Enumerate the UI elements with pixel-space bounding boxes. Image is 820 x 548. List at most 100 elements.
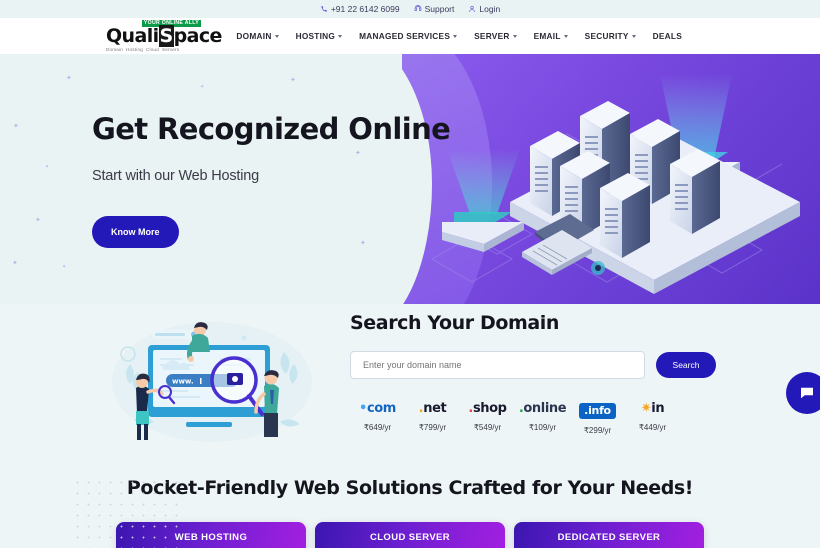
page-root: +91 22 6142 6099 Support Login YOUR ONLI…: [0, 0, 820, 548]
user-icon: [469, 5, 476, 13]
light-beam-left: [447, 149, 520, 214]
tld-name-shop: shop: [472, 401, 507, 416]
tab-label-cloud-server: CLOUD SERVER: [315, 522, 505, 548]
login-label: Login: [479, 4, 501, 14]
know-more-button[interactable]: Know More: [92, 216, 179, 248]
tld-name-in: in: [651, 401, 665, 416]
login-link[interactable]: Login: [468, 4, 500, 14]
logo-part-pace: pace: [173, 25, 223, 47]
nav-item-domain[interactable]: DOMAIN: [236, 31, 279, 41]
nav-label-security: SECURITY: [584, 31, 629, 41]
tld-item-shop[interactable]: .shop ₹549/yr: [460, 401, 515, 435]
logo-part-quali: Quali: [106, 25, 159, 47]
nav-label-domain: DOMAIN: [236, 31, 272, 41]
nav-item-security[interactable]: SECURITY: [585, 31, 636, 41]
server-isometric-art: [430, 74, 800, 294]
nav-label-managed-services: MANAGED SERVICES: [359, 31, 451, 41]
tld-name-com: com: [366, 401, 396, 416]
chevron-down-icon: [338, 35, 343, 38]
hero-illustration: [402, 54, 820, 304]
chevron-down-icon: [631, 35, 636, 38]
sparkle-decoration: ✦: [66, 75, 72, 82]
domain-search-form: Search: [350, 351, 750, 379]
tld-name-online: online: [523, 401, 567, 416]
tld-logo-in: ✷in: [640, 401, 665, 416]
logo-part-s: S: [158, 25, 174, 47]
chevron-down-icon: [563, 35, 568, 38]
sparkle-decoration: ✦: [12, 260, 18, 267]
tld-item-in[interactable]: ✷in ₹449/yr: [625, 401, 680, 435]
phone-link[interactable]: +91 22 6142 6099: [320, 4, 400, 14]
site-logo[interactable]: YOUR ONLINE ALLY QualiSpace Domain Hosti…: [106, 20, 222, 52]
svg-text:www.: www.: [172, 378, 194, 386]
site-header: YOUR ONLINE ALLY QualiSpace Domain Hosti…: [0, 18, 820, 54]
sparkle-decoration: ✦: [62, 264, 67, 270]
logo-sub-cloud: Cloud: [146, 47, 160, 52]
chevron-down-icon: [274, 35, 279, 38]
tab-label-dedicated-server: DEDICATED SERVER: [514, 522, 704, 548]
logo-sub-hosting: Hosting: [126, 47, 144, 52]
support-link[interactable]: Support: [414, 4, 455, 14]
sparkle-decoration: ✦: [13, 123, 19, 130]
chevron-down-icon: [453, 35, 458, 38]
phone-icon: [321, 6, 327, 12]
chevron-down-icon: [512, 35, 517, 38]
tld-logo-net: .net: [418, 401, 447, 416]
tld-item-com[interactable]: •com ₹649/yr: [350, 401, 405, 435]
logo-sub-servers: Servers: [162, 47, 180, 52]
nav-item-managed-services[interactable]: MANAGED SERVICES: [359, 31, 458, 41]
dot-pattern-decoration: [72, 477, 182, 548]
nav-label-server: SERVER: [474, 31, 510, 41]
hero-subheadline: Start with our Web Hosting: [92, 168, 259, 184]
domain-search-title: Search Your Domain: [350, 312, 560, 334]
tld-logo-com: •com: [359, 401, 396, 416]
nav-item-server[interactable]: SERVER: [474, 31, 517, 41]
tld-price-shop: ₹549/yr: [473, 423, 502, 432]
logo-wordmark: QualiSpace: [106, 25, 222, 47]
tld-price-online: ₹109/yr: [528, 423, 557, 432]
tld-logo-info: .info: [570, 401, 625, 419]
chat-bubble-icon: [801, 387, 813, 399]
tld-price-net: ₹799/yr: [418, 423, 447, 432]
sparkle-decoration: ✦: [45, 164, 50, 170]
domain-search-input[interactable]: [350, 351, 645, 379]
tld-item-online[interactable]: .online ₹109/yr: [515, 401, 570, 435]
nav-label-deals: DEALS: [652, 31, 682, 41]
nav-label-email: EMAIL: [533, 31, 561, 41]
sparkle-decoration: ✦: [290, 77, 296, 84]
tld-logo-online: .online: [518, 401, 567, 416]
domain-search-button[interactable]: Search: [656, 352, 716, 378]
logo-subtitle: Domain Hosting Cloud Servers: [106, 47, 202, 52]
tab-dedicated-server[interactable]: DEDICATED SERVER: [514, 522, 704, 548]
tld-price-com: ₹649/yr: [363, 423, 392, 432]
sparkle-decoration: ✦: [200, 84, 205, 90]
nav-item-deals[interactable]: DEALS: [653, 31, 682, 41]
tld-price-in: ₹449/yr: [638, 423, 667, 432]
main-navigation: DOMAIN HOSTING MANAGED SERVICES SERVER E…: [236, 31, 682, 41]
nav-label-hosting: HOSTING: [295, 31, 336, 41]
tab-cloud-server[interactable]: CLOUD SERVER: [315, 522, 505, 548]
nav-item-email[interactable]: EMAIL: [534, 31, 568, 41]
support-label: Support: [424, 4, 455, 14]
tld-name-info: info: [588, 404, 611, 417]
tld-item-info[interactable]: .info ₹299/yr: [570, 401, 625, 435]
hero-section: ✦ ✦ ✦ ✦ ✦ ✦ ✦ ✦ ✦ ✦ Get Recognized Onlin…: [0, 54, 820, 304]
chat-widget-button[interactable]: [786, 372, 820, 414]
domain-search-illustration: www.: [112, 312, 317, 442]
tld-name-net: net: [423, 401, 447, 416]
tld-item-net[interactable]: .net ₹799/yr: [405, 401, 460, 435]
headset-icon: [414, 5, 421, 11]
domain-search-panel: Search Your Domain Search •com ₹649/yr .…: [350, 312, 750, 435]
nav-item-hosting[interactable]: HOSTING: [296, 31, 343, 41]
hero-text-block: Get Recognized Online Start with our Web…: [92, 112, 451, 248]
sparkle-decoration: ✦: [35, 217, 41, 224]
tld-logo-shop: .shop: [468, 401, 507, 416]
hero-headline: Get Recognized Online: [92, 112, 451, 146]
tld-price-info: ₹299/yr: [583, 426, 612, 435]
top-utility-bar: +91 22 6142 6099 Support Login: [0, 0, 820, 18]
solutions-section: Pocket-Friendly Web Solutions Crafted fo…: [0, 469, 820, 548]
tld-price-list: •com ₹649/yr .net ₹799/yr .shop ₹549/yr …: [350, 401, 750, 435]
logo-sub-domain: Domain: [106, 47, 124, 52]
domain-search-section: www. Search Your Domain Enter your domai…: [0, 304, 820, 469]
phone-number: +91 22 6142 6099: [330, 4, 400, 14]
